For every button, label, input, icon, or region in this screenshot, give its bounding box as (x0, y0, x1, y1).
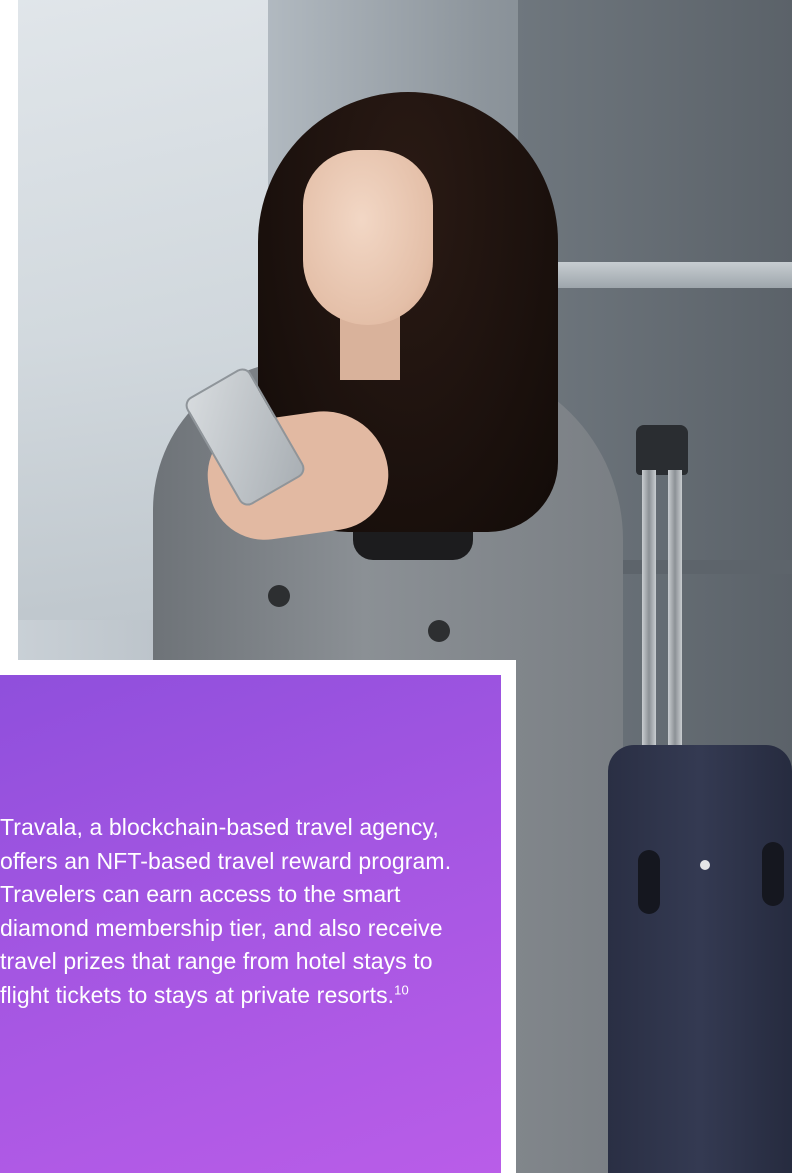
callout-body: Travala, a blockchain-based travel agenc… (0, 814, 452, 1008)
suitcase-handle-bar (668, 470, 682, 750)
purple-text-box: Travala, a blockchain-based travel agenc… (0, 675, 501, 1173)
suitcase-handle-grip (636, 425, 688, 475)
callout-panel: Travala, a blockchain-based travel agenc… (0, 660, 516, 1173)
suitcase-side-handle (638, 850, 660, 914)
suitcase (608, 745, 792, 1173)
face (303, 150, 433, 325)
callout-text: Travala, a blockchain-based travel agenc… (0, 811, 460, 1012)
footnote-marker: 10 (394, 981, 409, 997)
suitcase-logo-dot (700, 860, 710, 870)
coat-button (428, 620, 450, 642)
coat-button (268, 585, 290, 607)
suitcase-side-handle (762, 842, 784, 906)
suitcase-handle-bar (642, 470, 656, 750)
